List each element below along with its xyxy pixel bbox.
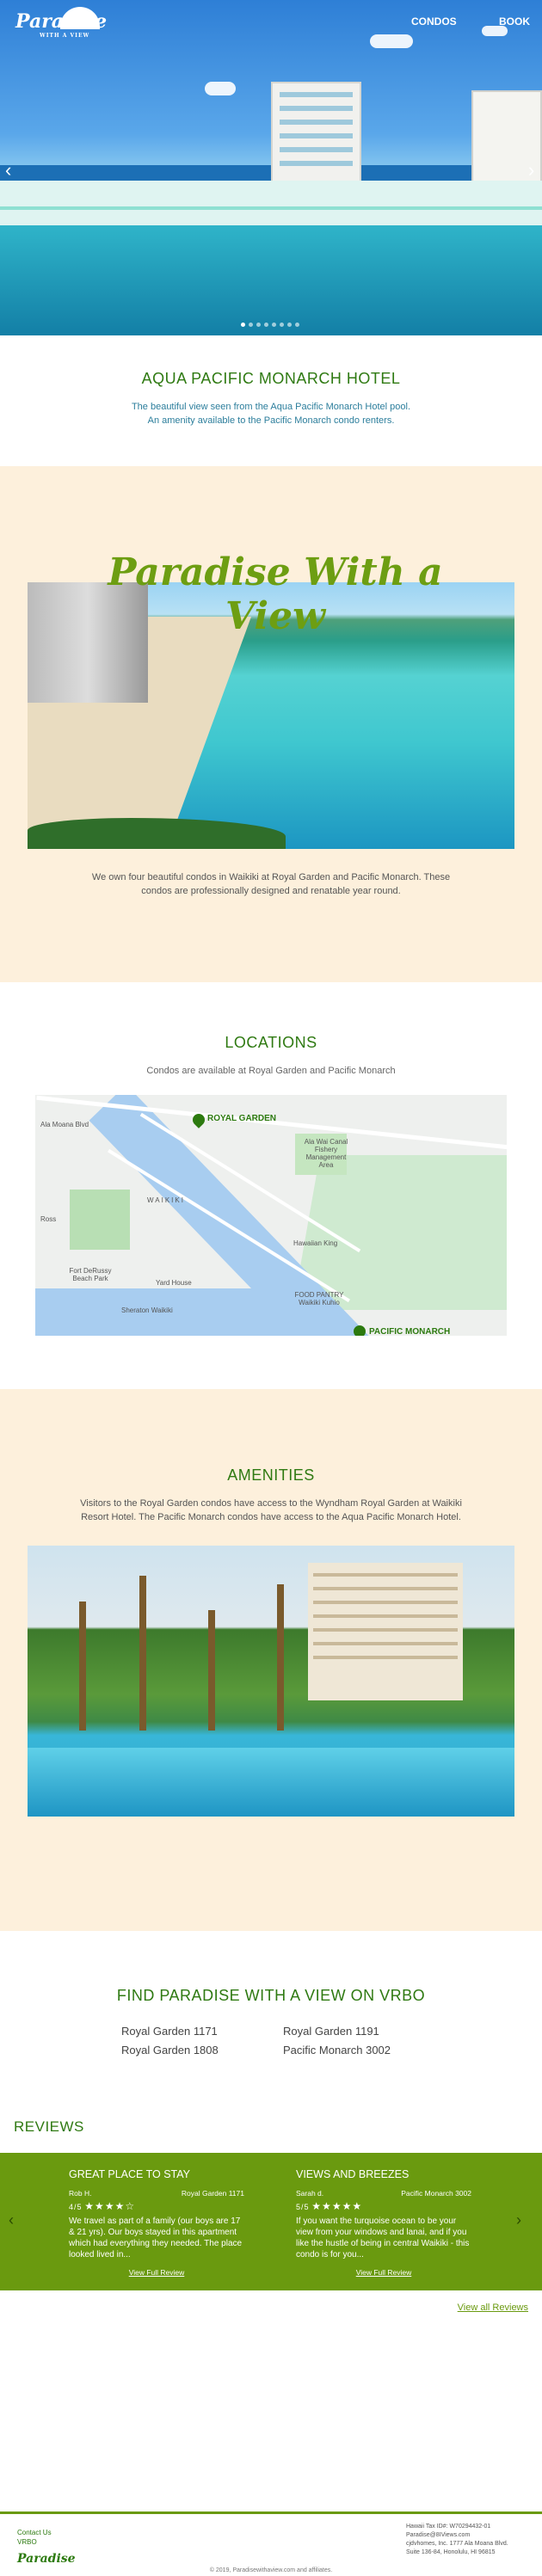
- review-score: 4/5: [69, 2203, 83, 2211]
- copyright: © 2019, Paradisewithaview.com and affili…: [209, 2567, 333, 2573]
- chevron-left-icon[interactable]: ‹: [9, 2211, 14, 2229]
- tax-id: Hawaii Tax ID#: W70294432-01: [406, 2524, 491, 2530]
- slider-dot[interactable]: [272, 323, 276, 327]
- review-heading: GREAT PLACE TO STAY: [69, 2168, 191, 2180]
- cloud: [370, 34, 413, 48]
- review-property: Pacific Monarch 3002: [401, 2189, 471, 2198]
- review-text: If you want the turquoise ocean to be yo…: [296, 2216, 470, 2259]
- vrbo-links: Royal Garden 1171 Royal Garden 1191 Roya…: [0, 2024, 542, 2058]
- intro-section: AQUA PACIFIC MONARCH HOTEL The beautiful…: [0, 335, 542, 466]
- footer: Contact Us VRBO Paradise Hawaii Tax ID#:…: [0, 2511, 542, 2576]
- hotel-tower: [271, 82, 361, 189]
- vrbo-link[interactable]: Pacific Monarch 3002: [283, 2043, 421, 2058]
- slider-dot[interactable]: [241, 323, 245, 327]
- review-property: Royal Garden 1171: [181, 2189, 244, 2198]
- footer-info: Hawaii Tax ID#: W70294432-01 Paradise@8I…: [406, 2523, 508, 2557]
- stars-icon: ★★★★★: [311, 2200, 363, 2212]
- location-map[interactable]: Ala Moana Blvd Ala Wai Canal Fishery Man…: [35, 1095, 507, 1336]
- map-label: Ross: [40, 1215, 57, 1223]
- map-label: Fort DeRussy Beach Park: [69, 1267, 112, 1282]
- intro-line-1: The beautiful view seen from the Aqua Pa…: [131, 402, 411, 412]
- review-author: Sarah d.: [296, 2189, 324, 2198]
- star-rating: 5/5 ★★★★★: [296, 2200, 471, 2212]
- vrbo-section: FIND PARADISE WITH A VIEW ON VRBO Royal …: [0, 1931, 542, 2101]
- hero-slider: Paradise WITH A VIEW CONDOS BOOK ‹ ›: [0, 0, 542, 335]
- chevron-right-icon[interactable]: ›: [528, 159, 534, 181]
- star-rating: 4/5 ★★★★☆: [69, 2200, 244, 2212]
- company-address: cjdvhomes, Inc. 1777 Ala Moana Blvd.: [406, 2541, 508, 2547]
- logo-text: Paradise: [15, 10, 108, 33]
- pin-label-pacific-monarch[interactable]: PACIFIC MONARCH: [369, 1327, 450, 1336]
- view-full-review-link[interactable]: View Full Review: [296, 2268, 471, 2277]
- footer-email[interactable]: Paradise@8IViews.com: [406, 2531, 508, 2540]
- map-label: Sheraton Waikiki: [121, 1306, 173, 1314]
- paradise-text: We own four beautiful condos in Waikiki …: [0, 870, 542, 898]
- map-label: Hawaiian King: [293, 1239, 338, 1247]
- cloud: [205, 82, 236, 95]
- slider-dot[interactable]: [249, 323, 253, 327]
- view-full-review-link[interactable]: View Full Review: [69, 2268, 244, 2277]
- locations-subtitle: Condos are available at Royal Garden and…: [146, 1066, 396, 1076]
- locations-section: LOCATIONS Condos are available at Royal …: [0, 982, 542, 1389]
- slider-dot[interactable]: [264, 323, 268, 327]
- footer-logo[interactable]: Paradise: [17, 2552, 76, 2566]
- review-card: VIEWS AND BREEZES Sarah d. Pacific Monarc…: [296, 2168, 471, 2277]
- stars-icon: ★★★★☆: [84, 2200, 136, 2212]
- site-logo[interactable]: Paradise WITH A VIEW: [15, 10, 107, 39]
- review-heading: VIEWS AND BREEZES: [296, 2168, 410, 2180]
- vrbo-link[interactable]: Royal Garden 1171: [121, 2024, 283, 2039]
- review-author: Rob H.: [69, 2189, 92, 2198]
- locations-title: LOCATIONS: [225, 1034, 317, 1051]
- reviews-title: REVIEWS: [14, 2118, 84, 2135]
- vrbo-link[interactable]: Royal Garden 1808: [121, 2043, 283, 2058]
- review-text: We travel as part of a family (our boys …: [69, 2216, 243, 2259]
- company-suite: Suite 136-84, Honolulu, HI 96815: [406, 2549, 496, 2555]
- paradise-section: Paradise With a View We own four beautif…: [0, 466, 542, 982]
- footer-links: Contact Us VRBO: [17, 2528, 52, 2547]
- amenities-section: AMENITIES Visitors to the Royal Garden c…: [0, 1389, 542, 1931]
- pin-label-royal-garden[interactable]: ROYAL GARDEN: [207, 1114, 276, 1123]
- resort-pool-image: [28, 1546, 514, 1817]
- slider-dot[interactable]: [280, 323, 284, 327]
- map-label: FOOD PANTRY Waikiki Kuhio: [294, 1291, 344, 1306]
- reviews-carousel: ‹ › GREAT PLACE TO STAY Rob H. Royal Gard…: [0, 2153, 542, 2290]
- slider-dot[interactable]: [287, 323, 292, 327]
- view-all-reviews-link[interactable]: View all Reviews: [0, 2290, 542, 2313]
- amenities-line-1: Visitors to the Royal Garden condos have…: [80, 1498, 462, 1509]
- map-label: Ala Moana Blvd: [40, 1121, 89, 1128]
- nav-book[interactable]: BOOK: [499, 15, 530, 28]
- railing: [0, 206, 542, 210]
- nav-condos[interactable]: CONDOS: [411, 15, 457, 28]
- map-label: WAIKIKI: [147, 1196, 185, 1204]
- amenities-line-2: Resort Hotel. The Pacific Monarch condos…: [81, 1512, 461, 1522]
- map-label: Yard House: [156, 1279, 192, 1287]
- paradise-line-2: condos are professionally designed and r…: [141, 886, 401, 896]
- chevron-right-icon[interactable]: ›: [516, 2211, 521, 2229]
- vrbo-link[interactable]: Royal Garden 1191: [283, 2024, 421, 2039]
- review-card: GREAT PLACE TO STAY Rob H. Royal Garden 1…: [69, 2168, 244, 2277]
- slider-dots: [241, 323, 299, 327]
- pool: [0, 225, 542, 335]
- contact-link[interactable]: Contact Us: [17, 2528, 52, 2537]
- intro-line-2: An amenity available to the Pacific Mona…: [147, 415, 395, 426]
- paradise-title: Paradise With a View: [108, 550, 443, 638]
- chevron-left-icon[interactable]: ‹: [5, 159, 11, 181]
- map-label: Ala Wai Canal Fishery Management Area: [304, 1138, 348, 1169]
- intro-title: AQUA PACIFIC MONARCH HOTEL: [141, 370, 401, 387]
- logo-tagline: WITH A VIEW: [40, 33, 90, 39]
- review-score: 5/5: [296, 2203, 310, 2211]
- slider-dot[interactable]: [256, 323, 261, 327]
- vrbo-title: FIND PARADISE WITH A VIEW ON VRBO: [116, 1987, 426, 2004]
- amenities-title: AMENITIES: [227, 1466, 315, 1484]
- vrbo-footer-link[interactable]: VRBO: [17, 2537, 52, 2547]
- slider-dot[interactable]: [295, 323, 299, 327]
- paradise-line-1: We own four beautiful condos in Waikiki …: [91, 872, 451, 882]
